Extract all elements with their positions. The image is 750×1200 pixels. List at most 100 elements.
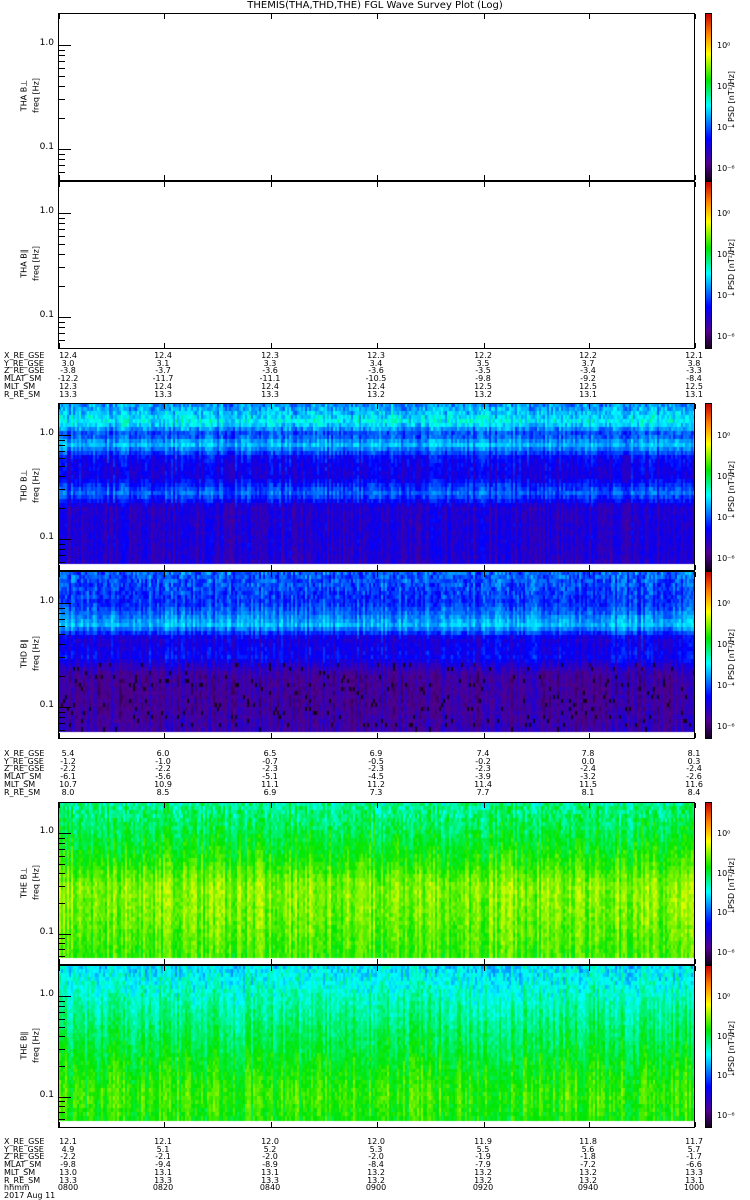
- spectrogram-heatmap: [59, 803, 694, 964]
- colorbar-label: PSD [nT²/Hz]: [726, 239, 736, 290]
- ephemeris-row-label: R_RE_SM: [4, 389, 41, 399]
- y-major-tick: [59, 706, 71, 708]
- x-tick: [484, 572, 485, 577]
- ephemeris-value: 0940: [577, 1183, 599, 1193]
- y-minor-tick: [59, 86, 65, 88]
- y-minor-tick: [59, 254, 65, 256]
- y-minor-tick: [59, 848, 65, 850]
- colorbar-label: PSD [nT²/Hz]: [726, 71, 736, 122]
- y-minor-tick: [59, 332, 65, 334]
- x-tick: [484, 733, 485, 738]
- y-axis-label: freq [Hz]: [31, 468, 41, 503]
- y-minor-tick: [59, 644, 65, 646]
- ephemeris-value: 8.4: [687, 787, 701, 797]
- y-minor-tick: [59, 217, 65, 219]
- x-tick: [164, 959, 165, 964]
- y-minor-tick: [59, 543, 65, 545]
- y-minor-tick: [59, 873, 65, 875]
- x-tick: [589, 572, 590, 577]
- colorbar-tick-label: 10⁻⁴: [717, 908, 735, 918]
- x-tick: [589, 1122, 590, 1127]
- spectrogram-heatmap: [59, 572, 694, 738]
- x-tick: [377, 1122, 378, 1127]
- x-tick: [164, 572, 165, 577]
- y-tick-label: 1.0: [39, 596, 54, 607]
- ephemeris-value: 1000: [683, 1183, 705, 1193]
- y-minor-tick: [59, 657, 65, 659]
- colorbar: [705, 965, 712, 1128]
- ephemeris-value: 6.9: [263, 787, 277, 797]
- x-tick: [377, 182, 378, 187]
- x-tick: [484, 175, 485, 180]
- colorbar: [705, 403, 712, 571]
- x-tick: [377, 966, 378, 971]
- x-tick: [59, 343, 60, 348]
- y-minor-tick: [59, 68, 65, 70]
- colorbar-tick-label: 10⁻⁶: [717, 163, 735, 173]
- x-tick: [377, 343, 378, 348]
- colorbar-tick-label: 10⁻⁴: [717, 680, 735, 690]
- x-tick: [484, 182, 485, 187]
- colorbar: [705, 13, 712, 181]
- y-minor-tick: [59, 863, 65, 865]
- x-tick: [589, 343, 590, 348]
- colorbar-tick-label: 10⁰: [717, 40, 731, 50]
- y-minor-tick: [59, 613, 65, 615]
- y-minor-tick: [59, 507, 65, 509]
- y-minor-tick: [59, 164, 65, 166]
- y-minor-tick: [59, 458, 65, 460]
- y-major-tick: [59, 603, 71, 605]
- y-tick-label: 1.0: [39, 206, 54, 217]
- x-tick: [164, 182, 165, 187]
- x-tick: [589, 182, 590, 187]
- y-minor-tick: [59, 285, 65, 287]
- y-tick-label: 1.0: [39, 428, 54, 439]
- y-minor-tick: [59, 158, 65, 160]
- x-tick: [271, 572, 272, 577]
- y-minor-tick: [59, 1066, 65, 1068]
- y-minor-tick: [59, 55, 65, 57]
- x-tick: [589, 14, 590, 19]
- x-tick: [271, 182, 272, 187]
- y-major-tick: [59, 1096, 71, 1098]
- colorbar-tick-label: 10⁻⁴: [717, 1071, 735, 1081]
- y-minor-tick: [59, 1119, 65, 1121]
- colorbar-tick-label: 10⁰: [717, 991, 731, 1001]
- x-tick: [377, 733, 378, 738]
- y-tick-label: 0.1: [39, 141, 54, 152]
- ephemeris-value: 13.3: [261, 389, 279, 399]
- y-minor-tick: [59, 1112, 65, 1114]
- colorbar-tick-label: 10⁻⁶: [717, 721, 735, 731]
- y-minor-tick: [59, 476, 65, 478]
- ephemeris-value: 8.1: [581, 787, 595, 797]
- colorbar-tick-label: 10⁻⁴: [717, 290, 735, 300]
- y-minor-tick: [59, 1011, 65, 1013]
- y-minor-tick: [59, 439, 65, 441]
- colorbar-label: PSD [nT²/Hz]: [726, 1020, 736, 1072]
- y-minor-tick: [59, 117, 65, 119]
- x-tick: [271, 733, 272, 738]
- ephemeris-value: 8.0: [61, 787, 75, 797]
- x-tick: [59, 959, 60, 964]
- y-major-tick: [59, 435, 71, 437]
- y-minor-tick: [59, 223, 65, 225]
- y-minor-tick: [59, 607, 65, 609]
- y-minor-tick: [59, 1005, 65, 1007]
- x-tick: [695, 175, 696, 180]
- x-tick: [59, 182, 60, 187]
- y-minor-tick: [59, 236, 65, 238]
- y-minor-tick: [59, 711, 65, 713]
- spectrogram-panel-the-4: [58, 802, 696, 965]
- x-tick: [271, 959, 272, 964]
- y-tick-label: 0.1: [39, 531, 54, 542]
- y-axis-label: freq [Hz]: [31, 1027, 41, 1063]
- y-minor-tick: [59, 1036, 65, 1038]
- colorbar-tick-label: 10⁻⁴: [717, 512, 735, 522]
- x-tick: [164, 1122, 165, 1127]
- colorbar-label: PSD [nT²/Hz]: [726, 461, 736, 512]
- y-major-tick: [59, 45, 71, 47]
- y-major-tick: [59, 833, 71, 835]
- x-tick: [695, 182, 696, 187]
- x-tick: [59, 572, 60, 577]
- y-tick-label: 0.1: [39, 309, 54, 320]
